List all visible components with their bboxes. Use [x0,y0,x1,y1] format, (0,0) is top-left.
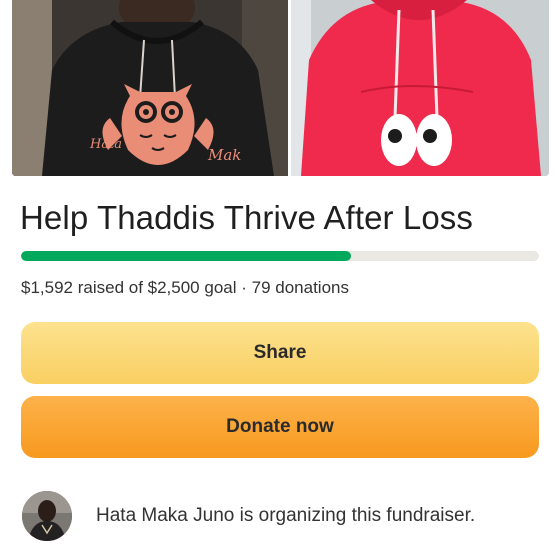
share-button[interactable]: Share [21,322,539,384]
progress-bar [21,251,539,261]
campaign-photo-right [291,0,549,176]
donate-now-button[interactable]: Donate now [21,396,539,458]
hoodie-text-left: Hata [89,137,122,152]
hoodie-text-right: Mak [207,146,241,164]
campaign-title: Help Thaddis Thrive After Loss [20,199,474,236]
organizer-avatar[interactable] [22,491,72,541]
progress-bar-fill [21,251,351,261]
hero-images: Hata Mak [0,0,560,176]
organizer-text: Hata Maka Juno is organizing this fundra… [96,505,476,526]
organizer-row[interactable]: Hata Maka Juno is organizing this fundra… [22,490,475,542]
funding-stats: $1,592 raised of $2,500 goal · 79 donati… [21,278,349,297]
campaign-photo-left: Hata Mak [12,0,288,176]
